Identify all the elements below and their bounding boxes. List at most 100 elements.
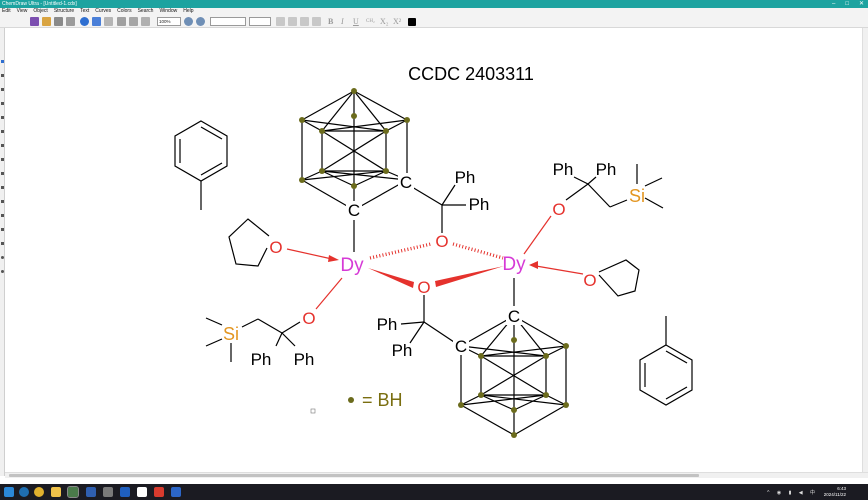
bond-tool-icon[interactable] [1,102,4,105]
menu-help[interactable]: Help [183,8,193,15]
document-canvas[interactable]: CCDC 2403311 O O Dy Dy O O Ph Ph Ph Ph C… [6,29,862,472]
bracket-tool-icon[interactable] [1,214,4,217]
menu-curves[interactable]: Curves [95,8,111,15]
carborane-cage-top[interactable] [301,90,408,211]
close-button[interactable]: ✕ [859,0,864,8]
system-tray[interactable]: ^ ◉ ▮ ◀ 中 [767,489,818,496]
horizontal-scrollbar[interactable] [5,472,868,478]
orbital-tool-icon[interactable] [1,200,4,203]
chemdraw-window: ChemDraw Ultra - [Untitled-1.cdx] – □ ✕ … [0,0,868,500]
word-icon[interactable] [86,487,96,497]
align-left-icon[interactable] [276,17,285,26]
new-document-icon[interactable] [30,17,39,26]
undo-icon[interactable] [92,17,101,26]
style-icon[interactable]: CH₂ [366,17,375,26]
phenyl-label: Ph [469,195,490,214]
bridging-oxygen-top[interactable]: O [435,232,448,251]
save-icon[interactable] [54,17,63,26]
color-swatch-icon[interactable] [408,17,416,26]
print-icon[interactable] [66,17,75,26]
wedge-bond-left [368,268,414,288]
legend-text: = BH [362,390,403,410]
chemdraw-task-icon[interactable] [67,486,79,498]
ring-tool-icon[interactable] [1,256,4,259]
menu-edit[interactable]: Edit [2,8,11,15]
coordination-arrow-right [535,265,584,275]
table-tool-icon[interactable] [1,242,4,245]
superscript-icon[interactable]: X² [393,17,401,26]
dysprosium-atom-left[interactable]: Dy [340,255,364,276]
selection-handle[interactable] [310,408,316,414]
menu-view[interactable]: View [17,8,28,15]
clock[interactable]: 6:43 2024/11/22 [824,486,846,498]
phenyl-label: Ph [455,168,476,187]
vertical-scrollbar[interactable] [862,28,868,474]
align-center-icon[interactable] [288,17,297,26]
cut-icon[interactable] [117,17,126,26]
subscript-icon[interactable]: X₂ [380,17,389,26]
help-icon[interactable] [80,17,89,26]
diphenyl-carbon-bottom[interactable] [400,321,455,344]
minimize-button[interactable]: – [832,0,835,8]
structure-title: CCDC 2403311 [408,64,534,84]
thf-ligand-right[interactable]: O [583,259,640,297]
zoom-in-icon[interactable] [184,17,193,26]
redo-icon[interactable] [104,17,113,26]
alkoxide-oxygen-right[interactable]: O [552,200,565,219]
diphenyl-carbon-top[interactable] [411,184,466,206]
text-tool-icon[interactable] [1,172,4,175]
underline-icon[interactable]: U [353,17,359,26]
bold-icon[interactable]: B [328,17,333,26]
start-icon[interactable] [4,487,14,497]
wedge-tool-icon[interactable] [1,116,4,119]
zoom-out-icon[interactable] [196,17,205,26]
thf-ligand-left[interactable]: O [228,218,283,267]
arrow-tool-icon[interactable] [1,158,4,161]
font-size-select[interactable] [249,17,271,26]
dysprosium-atom-right[interactable]: Dy [502,254,526,275]
menu-text[interactable]: Text [80,8,89,15]
carborane-cage-bottom[interactable] [460,315,567,436]
menu-window[interactable]: Window [159,8,177,15]
justify-icon[interactable] [312,17,321,26]
edge-browser-icon[interactable] [19,487,29,497]
marquee-tool-icon[interactable] [1,74,4,77]
toluene-molecule-bottom[interactable] [639,316,693,406]
bridging-oxygen-bottom[interactable]: O [417,278,430,297]
menu-search[interactable]: Search [138,8,154,15]
app-icon[interactable] [103,487,113,497]
app2-icon[interactable] [171,487,181,497]
benzene-tool-icon[interactable] [1,270,4,273]
pen-tool-icon[interactable] [1,186,4,189]
menu-colors[interactable]: Colors [117,8,131,15]
window-controls: – □ ✕ [832,0,864,8]
coordination-arrow-left [286,248,333,260]
phenyl-label: Ph [251,350,272,369]
copy-icon[interactable] [129,17,138,26]
silicon-atom-right: Si [629,186,645,206]
wechat-icon[interactable] [120,487,130,497]
hash-tool-icon[interactable] [1,130,4,133]
tiktok-icon[interactable] [137,487,147,497]
chrome-icon[interactable] [34,487,44,497]
file-explorer-icon[interactable] [51,487,61,497]
zoom-select[interactable]: 100% [157,17,181,26]
scrollbar-thumb[interactable] [9,474,699,477]
lasso-tool-icon[interactable] [1,60,4,63]
menu-structure[interactable]: Structure [54,8,74,15]
menu-object[interactable]: Object [33,8,47,15]
toluene-molecule-top[interactable] [174,120,228,210]
align-right-icon[interactable] [300,17,309,26]
open-folder-icon[interactable] [42,17,51,26]
italic-icon[interactable]: I [341,17,344,26]
alkoxide-oxygen-left[interactable]: O [302,309,315,328]
font-select[interactable] [210,17,246,26]
window-title: ChemDraw Ultra - [Untitled-1.cdx] [2,1,77,7]
maximize-button[interactable]: □ [845,0,849,8]
paste-icon[interactable] [141,17,150,26]
eraser-tool-icon[interactable] [1,88,4,91]
charge-tool-icon[interactable] [1,228,4,231]
chain-tool-icon[interactable] [1,144,4,147]
acrobat-icon[interactable] [154,487,164,497]
menu-bar: Edit View Object Structure Text Curves C… [0,8,868,15]
